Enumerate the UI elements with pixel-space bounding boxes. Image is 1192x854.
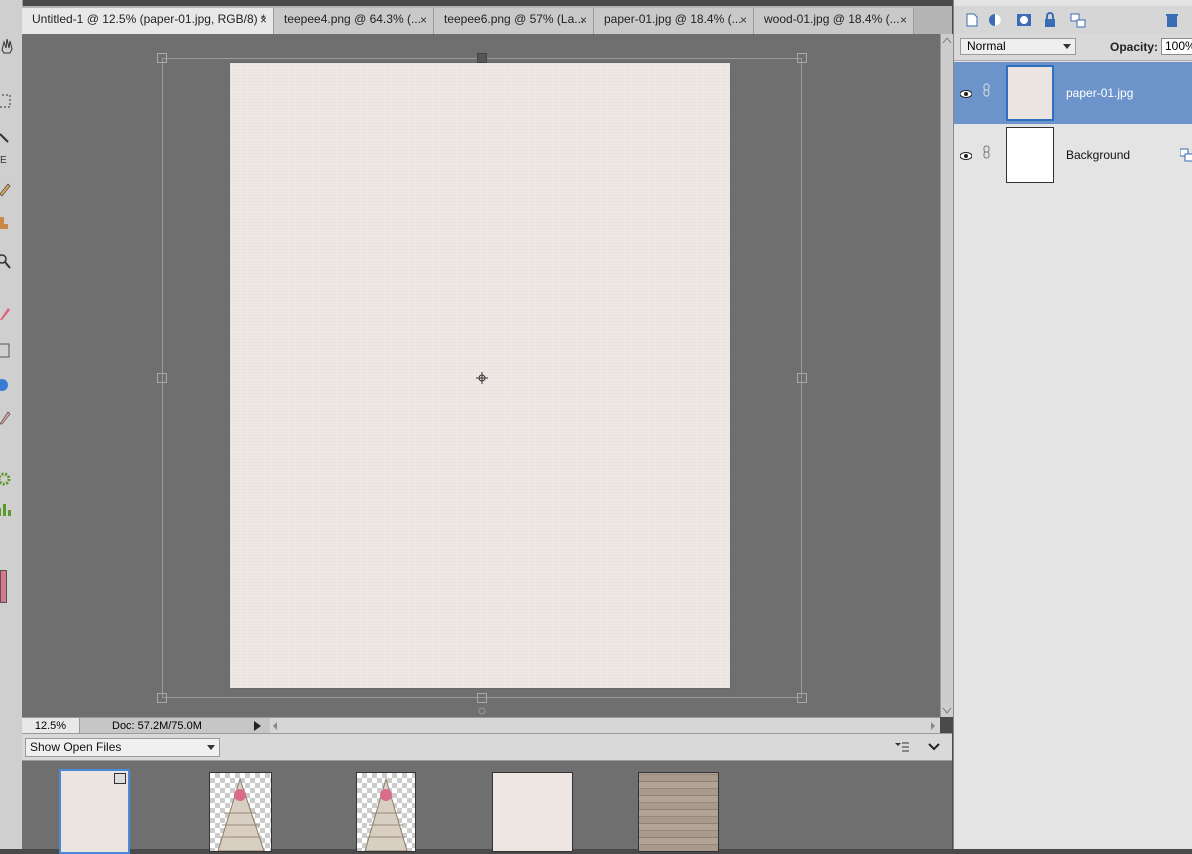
layers-panel: Normal Opacity: 100% paper-01.jpg Backgr… bbox=[953, 0, 1192, 849]
close-icon[interactable]: × bbox=[740, 13, 747, 27]
bin-thumb-paper-01[interactable] bbox=[492, 772, 573, 852]
bin-menu-icon[interactable] bbox=[895, 741, 909, 753]
opacity-field[interactable]: 100% bbox=[1161, 38, 1192, 55]
new-layer-icon[interactable] bbox=[964, 12, 980, 28]
bin-thumb-untitled-1[interactable] bbox=[59, 769, 130, 854]
close-icon[interactable]: × bbox=[900, 13, 907, 27]
tab-teepee6[interactable]: teepee6.png @ 57% (La... × bbox=[434, 8, 594, 34]
fill-layer-icon[interactable] bbox=[988, 12, 1004, 28]
layer-row-background[interactable]: Background bbox=[954, 124, 1192, 186]
close-icon[interactable]: × bbox=[580, 13, 587, 27]
transform-handle-bottom-right[interactable] bbox=[797, 693, 807, 703]
tab-label: Untitled-1 @ 12.5% (paper-01.jpg, RGB/8)… bbox=[32, 12, 266, 26]
close-icon[interactable]: × bbox=[260, 13, 267, 27]
blend-row: Normal Opacity: 100% bbox=[954, 34, 1192, 61]
status-menu-arrow-icon[interactable] bbox=[254, 721, 261, 731]
zoom-icon[interactable] bbox=[0, 252, 14, 270]
project-bin-header: Show Open Files bbox=[22, 733, 952, 761]
layers-panel-toolbar bbox=[954, 6, 1192, 34]
tab-teepee4[interactable]: teepee4.png @ 64.3% (... × bbox=[274, 8, 434, 34]
blend-mode-value: Normal bbox=[967, 39, 1006, 53]
layer-link-icon[interactable] bbox=[982, 82, 992, 98]
pencil-icon[interactable] bbox=[0, 408, 14, 426]
marquee-icon[interactable] bbox=[0, 92, 14, 110]
stamp-icon[interactable] bbox=[0, 214, 14, 232]
transform-handle-top-right[interactable] bbox=[797, 53, 807, 63]
layer-row-paper-01[interactable]: paper-01.jpg bbox=[954, 62, 1192, 124]
tab-label: teepee4.png @ 64.3% (... bbox=[284, 12, 421, 26]
bin-show-select[interactable]: Show Open Files bbox=[25, 738, 220, 757]
bin-thumb-wood-01[interactable] bbox=[638, 772, 719, 852]
reference-point-icon[interactable] bbox=[476, 372, 490, 386]
eye-icon[interactable] bbox=[959, 87, 973, 98]
tools-panel: E bbox=[0, 0, 23, 849]
bin-thumb-teepee6[interactable] bbox=[356, 772, 416, 852]
toolbar-letter: E bbox=[0, 155, 7, 166]
zoom-level-field[interactable]: 12.5% bbox=[22, 718, 80, 734]
status-bar: 12.5% Doc: 57.2M/75.0M bbox=[22, 717, 940, 734]
foreground-color-swatch[interactable] bbox=[0, 570, 7, 603]
tab-label: paper-01.jpg @ 18.4% (... bbox=[604, 12, 742, 26]
transform-handle-right[interactable] bbox=[797, 373, 807, 383]
opacity-label: Opacity: bbox=[1110, 40, 1159, 54]
vertical-scrollbar[interactable] bbox=[940, 34, 953, 717]
chevron-down-icon[interactable] bbox=[928, 741, 940, 753]
lock-icon[interactable] bbox=[1042, 12, 1058, 28]
eye-icon[interactable] bbox=[959, 149, 973, 160]
rotate-handle[interactable] bbox=[478, 706, 488, 716]
close-icon[interactable]: × bbox=[420, 13, 427, 27]
layer-name: paper-01.jpg bbox=[1066, 86, 1134, 100]
bin-thumb-teepee4[interactable] bbox=[209, 772, 272, 852]
horizontal-scrollbar[interactable] bbox=[272, 718, 940, 734]
link-icon[interactable] bbox=[1070, 12, 1086, 28]
gear-icon[interactable] bbox=[0, 470, 14, 488]
bin-select-label: Show Open Files bbox=[30, 740, 122, 754]
layer-name: Background bbox=[1066, 148, 1131, 162]
tab-label: wood-01.jpg @ 18.4% (... bbox=[764, 12, 900, 26]
hand-icon[interactable] bbox=[0, 36, 14, 54]
shape-icon[interactable] bbox=[0, 376, 14, 394]
gradient-icon[interactable] bbox=[0, 342, 14, 360]
document-size-info: Doc: 57.2M/75.0M bbox=[80, 718, 270, 734]
document-tabs: Untitled-1 @ 12.5% (paper-01.jpg, RGB/8)… bbox=[22, 6, 952, 34]
layer-locked-icon bbox=[1179, 148, 1192, 162]
layered-file-icon bbox=[114, 773, 126, 784]
tab-untitled-1[interactable]: Untitled-1 @ 12.5% (paper-01.jpg, RGB/8)… bbox=[22, 8, 274, 34]
chevron-down-icon bbox=[207, 745, 215, 750]
transform-handle-bottom[interactable] bbox=[477, 693, 487, 703]
brush-icon[interactable] bbox=[0, 180, 14, 198]
tab-wood-01[interactable]: wood-01.jpg @ 18.4% (... × bbox=[754, 8, 914, 34]
transform-handle-bottom-left[interactable] bbox=[157, 693, 167, 703]
layer-thumbnail bbox=[1006, 127, 1054, 183]
project-bin bbox=[22, 761, 952, 849]
transform-handle-top[interactable] bbox=[477, 53, 487, 63]
trash-icon[interactable] bbox=[1164, 12, 1180, 28]
chart-icon[interactable] bbox=[0, 500, 14, 518]
transform-handle-top-left[interactable] bbox=[157, 53, 167, 63]
layer-link-icon[interactable] bbox=[982, 144, 992, 160]
transform-handle-left[interactable] bbox=[157, 373, 167, 383]
mask-icon[interactable] bbox=[1016, 12, 1032, 28]
layer-thumbnail bbox=[1006, 65, 1054, 121]
blend-mode-select[interactable]: Normal bbox=[960, 38, 1076, 55]
tab-label: teepee6.png @ 57% (La... bbox=[444, 12, 585, 26]
chevron-down-icon bbox=[1063, 44, 1071, 49]
eraser-icon[interactable] bbox=[0, 304, 14, 322]
lasso-icon[interactable] bbox=[0, 128, 14, 146]
tab-paper-01[interactable]: paper-01.jpg @ 18.4% (... × bbox=[594, 8, 754, 34]
